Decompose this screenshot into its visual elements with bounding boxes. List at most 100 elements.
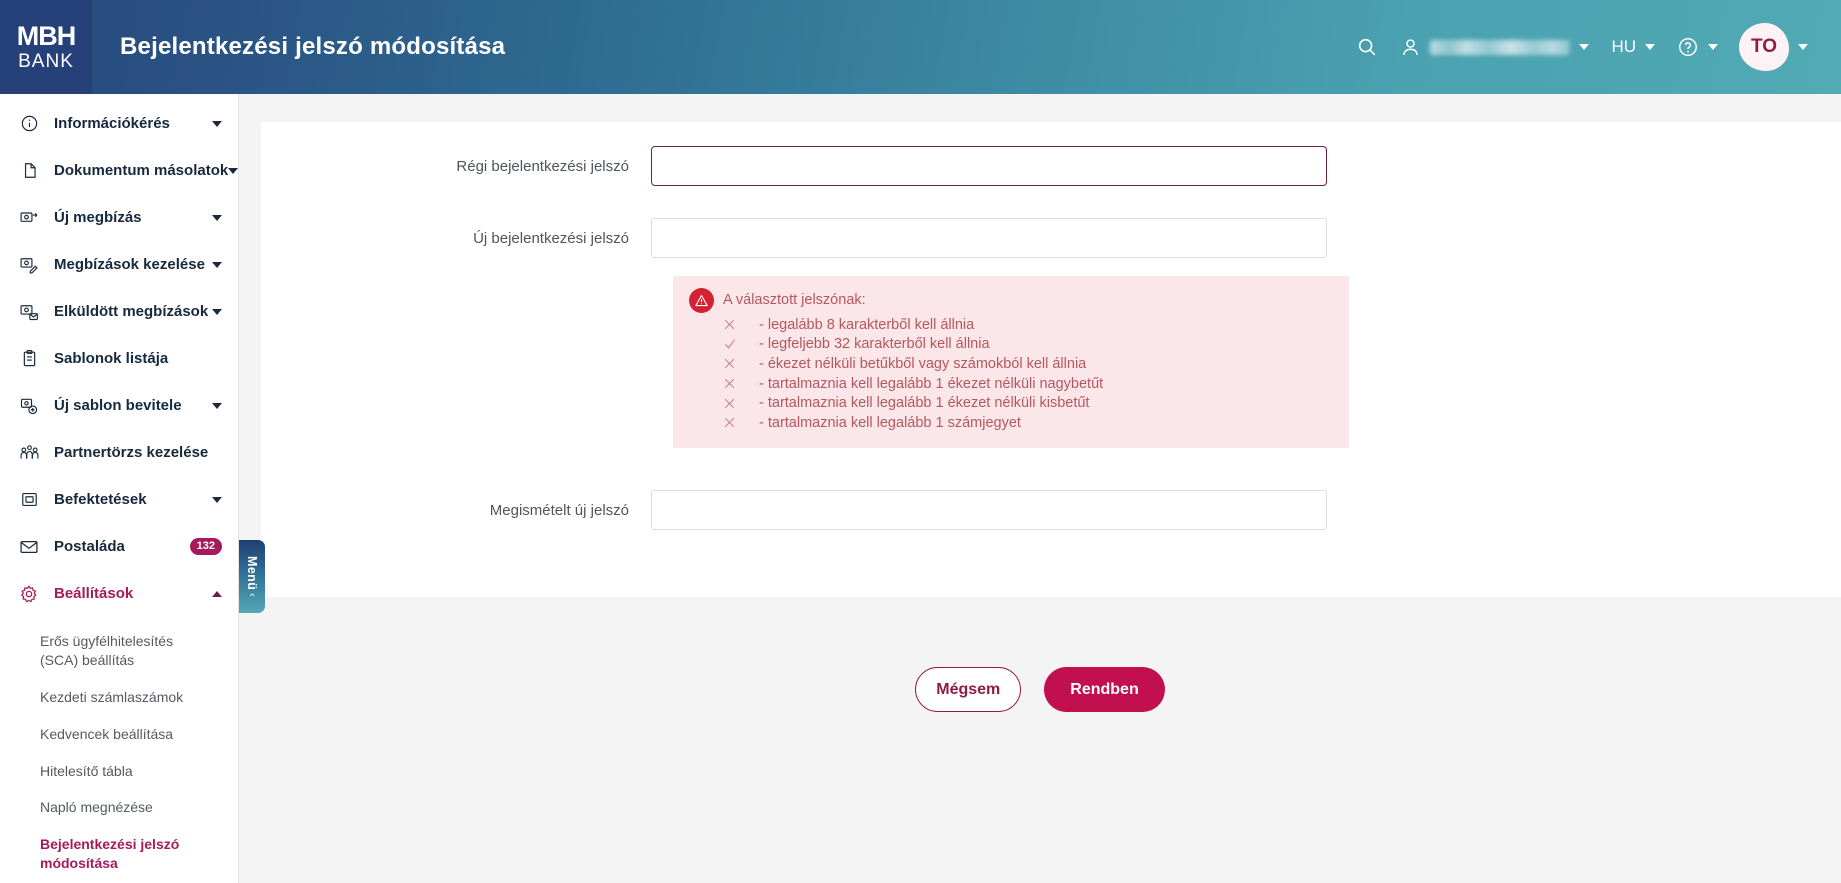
subnav-item-kezdeti-szamlaszamok[interactable]: Kezdeti számlaszámok: [0, 679, 225, 716]
postalada-unread-badge: 132: [189, 538, 222, 555]
password-rules-header: A választott jelszónak:: [689, 288, 1333, 313]
new-password-label: Új bejelentkezési jelszó: [473, 229, 629, 247]
sidebar-item-label: Információkérés: [54, 115, 170, 132]
sidebar-subnav: Erős ügyfélhitelesítés (SCA) beállítás K…: [0, 623, 238, 882]
password-rules-list: - legalább 8 karakterből kell állnia - l…: [723, 315, 1333, 433]
sidebar-item-sablonok-listaja[interactable]: Sablonok listája: [0, 335, 238, 382]
account-name-redacted: [1430, 39, 1571, 55]
sidebar-item-label: Új sablon bevitele: [54, 397, 182, 414]
subnav-item-kedvencek-beallitasa[interactable]: Kedvencek beállítása: [0, 716, 225, 753]
confirm-button[interactable]: Rendben: [1044, 667, 1165, 712]
sidebar-item-megbizasok-kezelese[interactable]: Megbízások kezelése: [0, 241, 238, 288]
rule-fail-icon: [723, 416, 759, 429]
sidebar-item-partnertorzs-kezelese[interactable]: Partnertörzs kezelése: [0, 429, 238, 476]
password-rule-item: - legfeljebb 32 karakterből kell állnia: [723, 335, 1333, 355]
info-circle-icon: [17, 112, 41, 136]
header-actions: HU TO: [1345, 20, 1841, 74]
rule-text: - tartalmaznia kell legalább 1 ékezet né…: [759, 395, 1090, 412]
sidebar-item-label: Beállítások: [54, 585, 134, 602]
language-selector[interactable]: HU: [1600, 20, 1666, 74]
password-change-card: Régi bejelentkezési jelszó Új bejelentke…: [261, 122, 1841, 597]
sent-orders-icon: [17, 300, 41, 324]
rule-text: - ékezet nélküli betűkből vagy számokból…: [759, 355, 1087, 372]
repeat-password-input[interactable]: [651, 490, 1327, 530]
warning-triangle-icon: [689, 288, 714, 313]
sidebar-item-label: Sablonok listája: [54, 350, 169, 367]
sidebar: Információkérés Dokumentum másolatok Új …: [0, 94, 239, 883]
chevron-left-icon: ‹: [246, 593, 258, 597]
subnav-item-sca-beallitas[interactable]: Erős ügyfélhitelesítés (SCA) beállítás: [0, 623, 225, 679]
chevron-down-icon: [212, 120, 222, 127]
password-rule-item: - tartalmaznia kell legalább 1 ékezet né…: [723, 393, 1333, 413]
rule-fail-icon: [723, 397, 759, 410]
avatar[interactable]: TO: [1739, 23, 1789, 71]
subnav-item-naplo-megnezese[interactable]: Napló megnézése: [0, 789, 225, 826]
password-rule-item: - tartalmaznia kell legalább 1 számjegye…: [723, 413, 1333, 433]
mail-icon: [17, 535, 41, 559]
manage-orders-icon: [17, 253, 41, 277]
new-order-icon: [17, 206, 41, 230]
subnav-item-bejelentkezesi-jelszo-modositasa[interactable]: Bejelentkezési jelszó módosítása: [0, 826, 225, 882]
page-title: Bejelentkezési jelszó módosítása: [120, 33, 506, 60]
document-icon: [17, 159, 41, 183]
old-password-input[interactable]: [651, 146, 1327, 186]
logo-bank-text: BANK: [18, 51, 74, 72]
sidebar-item-beallitasok[interactable]: Beállítások: [0, 570, 238, 617]
language-label: HU: [1611, 37, 1636, 56]
sidebar-item-label: Elküldött megbízások: [54, 303, 209, 320]
app-header: MBH BANK Bejelentkezési jelszó módosítás…: [0, 0, 1841, 94]
rule-text: - legfeljebb 32 karakterből kell állnia: [759, 336, 990, 353]
sidebar-item-uj-sablon-bevitele[interactable]: Új sablon bevitele: [0, 382, 238, 429]
sidebar-item-label: Dokumentum másolatok: [54, 162, 229, 179]
chevron-down-icon: [1579, 44, 1590, 50]
sidebar-item-uj-megbizas[interactable]: Új megbízás: [0, 194, 238, 241]
rule-text: - tartalmaznia kell legalább 1 számjegye…: [759, 414, 1021, 431]
subnav-item-hitelesito-tabla[interactable]: Hitelesítő tábla: [0, 753, 225, 790]
chevron-down-icon: [212, 496, 222, 503]
gear-icon: [17, 582, 41, 606]
rule-pass-icon: [723, 337, 759, 351]
password-rules-alert: A választott jelszónak: - legalább 8 kar…: [673, 276, 1349, 448]
sidebar-item-elkuldott-megbizasok[interactable]: Elküldött megbízások: [0, 288, 238, 335]
sidebar-item-informaciokeres[interactable]: Információkérés: [0, 100, 238, 147]
chevron-down-icon: [1708, 44, 1718, 50]
sidebar-item-label: Megbízások kezelése: [54, 256, 205, 273]
rule-fail-icon: [723, 377, 759, 390]
field-row-repeat-password: Megismételt új jelszó: [261, 490, 1327, 530]
new-password-input[interactable]: [651, 218, 1327, 258]
chevron-down-icon: [1798, 44, 1808, 50]
field-row-old-password: Régi bejelentkezési jelszó: [261, 146, 1327, 186]
cancel-button[interactable]: Mégsem: [915, 667, 1022, 712]
password-rule-item: - legalább 8 karakterből kell állnia: [723, 315, 1333, 335]
menu-tab-label: Menü: [245, 556, 259, 591]
chevron-down-icon: [228, 167, 238, 174]
rule-text: - legalább 8 karakterből kell állnia: [759, 316, 975, 333]
sidebar-item-label: Partnertörzs kezelése: [54, 444, 209, 461]
mbh-bank-logo[interactable]: MBH BANK: [0, 0, 92, 94]
chevron-down-icon: [212, 261, 222, 268]
sidebar-item-dokumentum-masolatok[interactable]: Dokumentum másolatok: [0, 147, 238, 194]
chevron-down-icon: [212, 308, 222, 315]
chevron-down-icon: [1645, 44, 1655, 50]
rule-text: - tartalmaznia kell legalább 1 ékezet né…: [759, 375, 1104, 392]
sidebar-item-label: Postaláda: [54, 538, 125, 555]
menu-collapse-tab[interactable]: Menü ‹: [239, 540, 265, 613]
sidebar-item-befektetesek[interactable]: Befektetések: [0, 476, 238, 523]
chevron-up-icon: [212, 590, 222, 597]
help-button[interactable]: [1666, 20, 1729, 74]
chevron-down-icon: [212, 214, 222, 221]
user-menu[interactable]: TO: [1729, 20, 1819, 74]
clipboard-icon: [17, 347, 41, 371]
main-content: Régi bejelentkezési jelszó Új bejelentke…: [239, 94, 1841, 883]
old-password-label: Régi bejelentkezési jelszó: [456, 157, 629, 175]
account-selector[interactable]: [1389, 20, 1600, 74]
password-rules-title: A választott jelszónak:: [723, 292, 866, 308]
sidebar-item-postalada[interactable]: Postaláda 132: [0, 523, 238, 570]
sidebar-item-label: Befektetések: [54, 491, 147, 508]
password-rule-item: - tartalmaznia kell legalább 1 ékezet né…: [723, 374, 1333, 394]
password-rule-item: - ékezet nélküli betűkből vagy számokból…: [723, 354, 1333, 374]
sidebar-item-label: Új megbízás: [54, 209, 142, 226]
question-circle-icon: [1677, 36, 1699, 58]
search-button[interactable]: [1345, 20, 1389, 74]
repeat-password-label: Megismételt új jelszó: [489, 501, 629, 519]
